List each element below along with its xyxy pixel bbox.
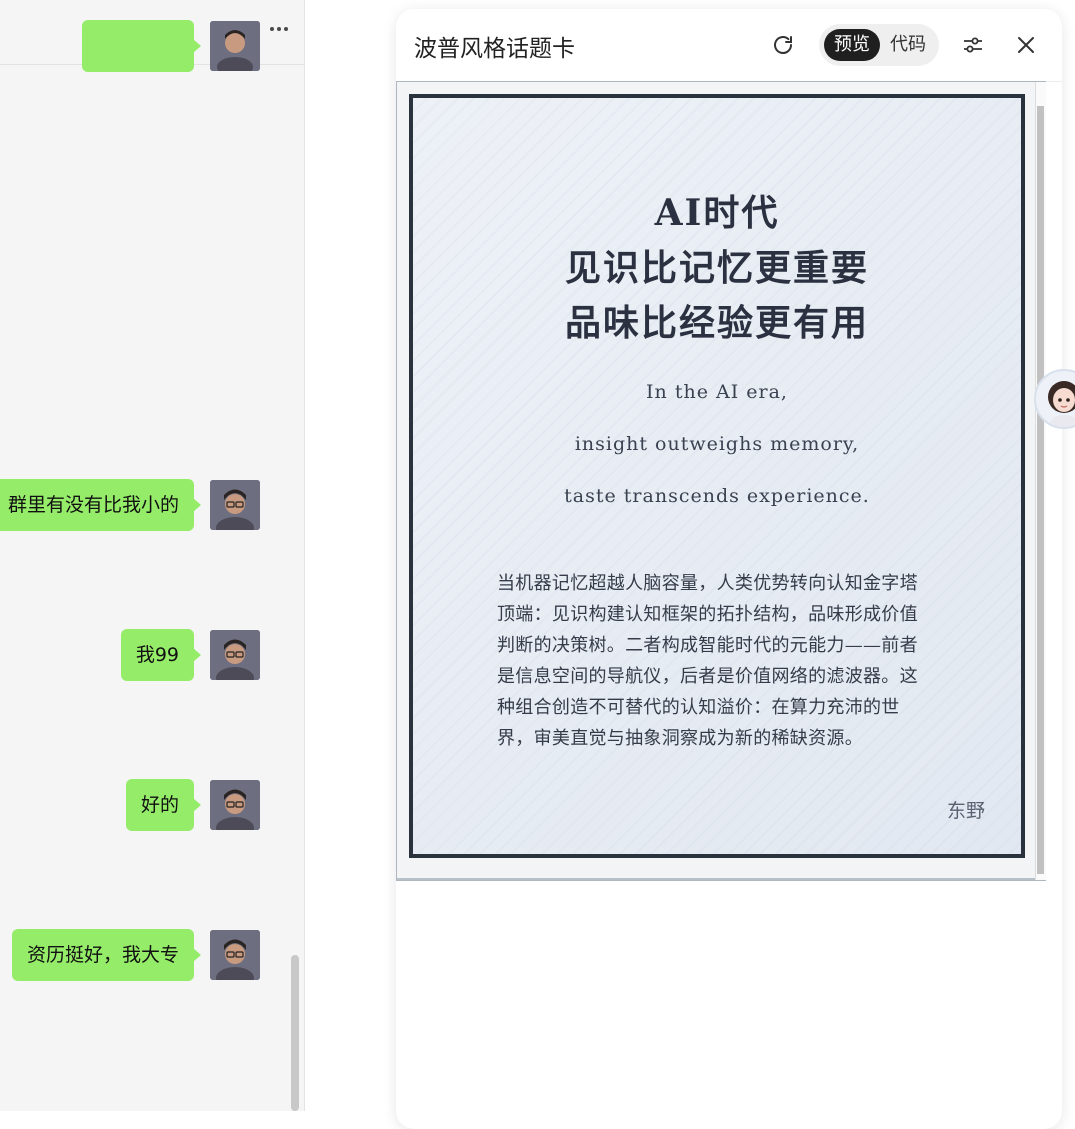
dot bbox=[284, 27, 288, 31]
preview-scrollbar-thumb[interactable] bbox=[1037, 106, 1044, 874]
card-title-line: 见识比记忆更重要 bbox=[564, 247, 869, 289]
card-title-line: AI时代 bbox=[654, 192, 780, 234]
message-bubble[interactable]: 群里有没有比我小的 bbox=[0, 479, 202, 531]
refresh-button[interactable] bbox=[769, 31, 797, 59]
avatar[interactable] bbox=[210, 780, 260, 830]
message-bubble[interactable]: 我99 bbox=[120, 629, 202, 681]
avatar[interactable] bbox=[210, 630, 260, 680]
more-options-button[interactable] bbox=[266, 20, 292, 38]
chat-message: 资历挺好，我大专 bbox=[11, 929, 260, 981]
panel-header: 波普风格话题卡 预览 代码 bbox=[396, 9, 1062, 82]
card-signature: 东野 bbox=[946, 800, 985, 822]
card-title: AI时代 见识比记忆更重要 品味比经验更有用 bbox=[413, 186, 1021, 351]
card-english: In the AI era, insight outweighs memory,… bbox=[413, 366, 1021, 522]
card-english-line: taste transcends experience. bbox=[564, 485, 870, 507]
chat-message: 群里有没有比我小的 bbox=[0, 479, 260, 531]
message-bubble[interactable]: 好的 bbox=[125, 779, 202, 831]
avatar[interactable] bbox=[210, 21, 260, 71]
dot bbox=[270, 27, 274, 31]
topic-card: AI时代 见识比记忆更重要 品味比经验更有用 In the AI era, in… bbox=[409, 94, 1025, 858]
settings-button[interactable] bbox=[959, 31, 987, 59]
card-title-line: 品味比经验更有用 bbox=[564, 302, 869, 344]
card-body-line: 顶端：见识构建认知框架的拓扑结构，品味形成价值 bbox=[497, 604, 918, 625]
close-button[interactable] bbox=[1012, 31, 1040, 59]
card-body-line: 判断的决策树。二者构成智能时代的元能力——前者 bbox=[497, 635, 918, 656]
chat-message bbox=[82, 20, 260, 72]
card-english-line: insight outweighs memory, bbox=[574, 433, 860, 455]
avatar[interactable] bbox=[210, 480, 260, 530]
card-body-line: 种组合创造不可替代的认知溢价：在算力充沛的世 bbox=[497, 697, 900, 718]
panel-title: 波普风格话题卡 bbox=[414, 36, 575, 62]
card-body-line: 界，审美直觉与抽象洞察成为新的稀缺资源。 bbox=[497, 728, 863, 749]
preview-canvas: AI时代 见识比记忆更重要 品味比经验更有用 In the AI era, in… bbox=[397, 82, 1043, 878]
preview-scrollbar[interactable] bbox=[1035, 82, 1046, 880]
close-icon bbox=[1018, 37, 1034, 53]
chat-message: 好的 bbox=[125, 779, 260, 831]
message-bubble[interactable] bbox=[82, 20, 201, 72]
view-toggle: 预览 代码 bbox=[819, 24, 939, 66]
card-english-line: In the AI era, bbox=[646, 381, 788, 403]
refresh-icon bbox=[774, 36, 792, 54]
message-bubble[interactable]: 资历挺好，我大专 bbox=[11, 929, 202, 981]
preview-panel: 波普风格话题卡 预览 代码 AI时代 见识比记忆更重要 品味比经验更有用 In … bbox=[396, 9, 1062, 1129]
preview-frame: AI时代 见识比记忆更重要 品味比经验更有用 In the AI era, in… bbox=[396, 81, 1046, 881]
tab-preview[interactable]: 预览 bbox=[824, 29, 880, 61]
card-body-line: 当机器记忆超越人脑容量，人类优势转向认知金字塔 bbox=[497, 573, 918, 594]
dot bbox=[277, 27, 281, 31]
settings-sliders-icon bbox=[964, 37, 982, 53]
chat-scrollbar[interactable] bbox=[291, 955, 299, 1111]
chat-message: 我99 bbox=[120, 629, 260, 681]
card-body-line: 是信息空间的导航仪，后者是价值网络的滤波器。这 bbox=[497, 666, 918, 687]
chat-pane: 群里有没有比我小的 我99 好的 资历挺好，我大专 bbox=[0, 0, 305, 1111]
tab-code[interactable]: 代码 bbox=[880, 29, 936, 61]
card-body: 当机器记忆超越人脑容量，人类优势转向认知金字塔 顶端：见识构建认知框架的拓扑结构… bbox=[497, 568, 951, 754]
avatar[interactable] bbox=[210, 930, 260, 980]
